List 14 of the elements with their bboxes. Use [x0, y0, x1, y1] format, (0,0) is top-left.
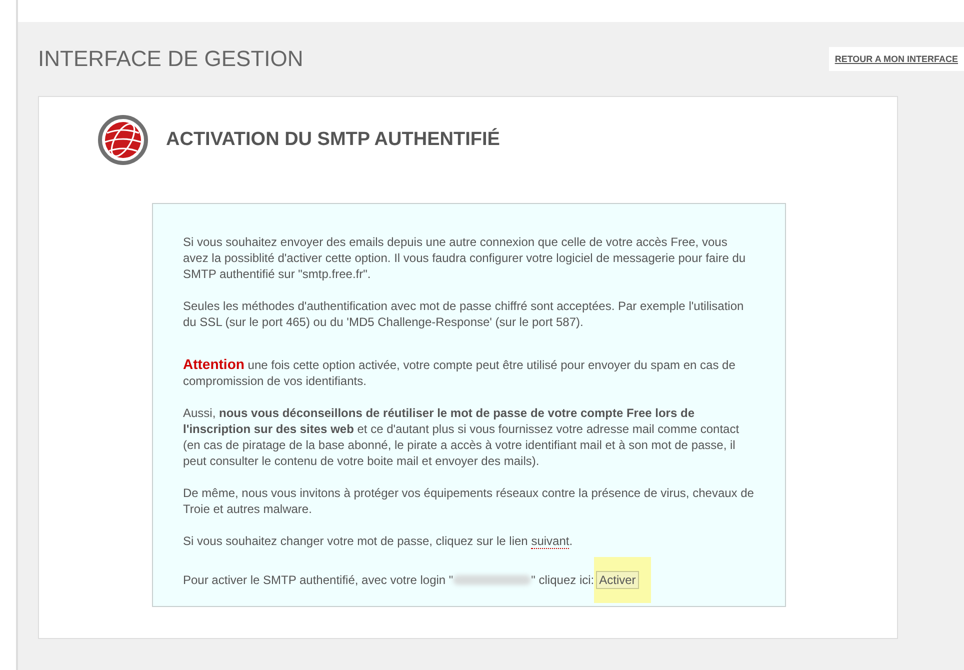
- change-password-link[interactable]: suivant: [531, 534, 570, 549]
- activate-button[interactable]: Activer: [596, 571, 639, 589]
- paragraph: Seules les méthodes d'authentification avec mot de passe chiffré sont acceptées. Par exemple l'utilisation du SSL (sur le port 465) ou du 'MD5 Challenge-Response' (sur le port 587).: [183, 298, 745, 330]
- instruction-text: Pour activer le SMTP authentifié, avec votre login ": [183, 572, 454, 588]
- section-title: ACTIVATION DU SMTP AUTHENTIFIÉ: [166, 129, 500, 151]
- paragraph: Si vous souhaitez envoyer des emails depuis une autre connexion que celle de votre accès Free, vous avez la possiblité d'activer cette option. Il vous faudra configurer votre logiciel de messagerie pour faire du SMTP authentifié sur "smtp.free.fr".: [183, 234, 747, 282]
- instruction-text: " cliquez ici:: [531, 572, 594, 588]
- warning-paragraph: Attention une fois cette option activée, votre compte peut être utilisé pour envoyer du spam en cas de compromission de vos identifiants.: [183, 356, 736, 389]
- globe-icon: [98, 115, 148, 165]
- paragraph: De même, nous vous invitons à protéger vos équipements réseaux contre la présence de virus, chevaux de Troie et autres malware.: [183, 485, 755, 517]
- page-title: INTERFACE DE GESTION: [38, 46, 304, 72]
- paragraph: Aussi, nous vous déconseillons de réutiliser le mot de passe de votre compte Free lors de l'inscription sur des sites web et ce d'autant plus si vous fournissez votre adresse mail comme contact (en cas de piratage de la base abonné, le pirate a accès à votre identifiant mail et à son mot de passe, il peut consulter le contenu de votre boite mail et envoyer des mails).: [183, 405, 740, 469]
- paragraph: Si vous souhaitez changer votre mot de passe, cliquez sur le lien suivant.: [183, 533, 574, 549]
- back-link-button[interactable]: RETOUR A MON INTERFACE: [828, 47, 964, 71]
